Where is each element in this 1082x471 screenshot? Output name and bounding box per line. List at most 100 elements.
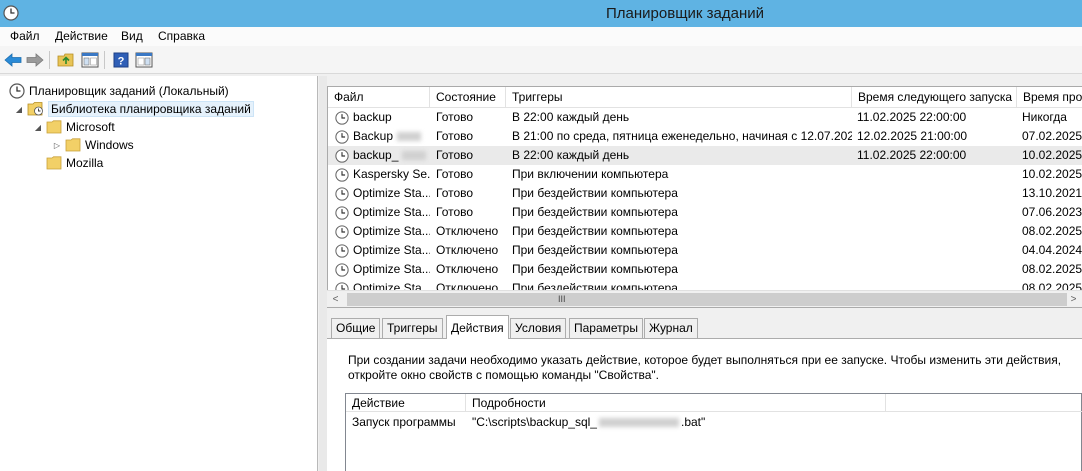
tree-item-label: Microsoft [66, 120, 115, 134]
task-clock-icon [335, 243, 349, 258]
task-row[interactable]: Kaspersky Se... Готово При включении компь… [328, 165, 1082, 184]
task-state: Отключено [436, 262, 499, 276]
task-row[interactable]: backup_ Готово В 22:00 каждый день 11.02.20… [328, 146, 1082, 165]
tree-item-library[interactable]: ◢ Библиотека планировщика заданий [14, 100, 254, 118]
task-trigger: При бездействии компьютера [512, 224, 678, 238]
scroll-left-icon[interactable]: < [327, 291, 344, 308]
tree-item-root[interactable]: Планировщик заданий (Локальный) [9, 82, 229, 100]
forward-arrow-icon[interactable] [26, 51, 44, 69]
redacted-text [397, 132, 422, 141]
tab-panel-actions: При создании задачи необходимо указать д… [327, 338, 1082, 471]
task-row[interactable]: Optimize Sta... Отключено При бездействии … [328, 260, 1082, 279]
svg-text:?: ? [118, 56, 125, 68]
show-hide-action-pane-icon[interactable] [135, 51, 153, 69]
tree-item-mozilla[interactable]: Mozilla [33, 154, 103, 172]
tree-item-label: Планировщик заданий (Локальный) [29, 84, 229, 98]
task-next-run: 11.02.2025 22:00:00 [857, 110, 967, 124]
task-row[interactable]: Backup Готово В 21:00 по среда, пятница еж… [328, 127, 1082, 146]
task-clock-icon [335, 110, 349, 125]
task-list-header: Файл Состояние Триггеры Время следующего… [328, 87, 1082, 108]
action-row[interactable]: Запуск программы "C:\scripts\backup_sql_… [346, 413, 1082, 431]
tree-item-label: Mozilla [66, 156, 104, 170]
actions-table: Действие Подробности Запуск программы "C… [345, 393, 1082, 471]
redacted-text [598, 418, 679, 428]
redacted-text [402, 151, 427, 160]
task-clock-icon [335, 205, 349, 220]
task-name-label: backup_ [353, 148, 399, 162]
tree-item-windows[interactable]: ▷ Windows [52, 136, 134, 154]
task-next-run [857, 260, 1017, 279]
collapse-icon[interactable]: ◢ [33, 118, 43, 136]
task-last-run: Никогда [1022, 110, 1067, 124]
column-header-details[interactable]: Подробности [466, 394, 886, 412]
task-trigger: При бездействии компьютера [512, 262, 678, 276]
task-name-label: Optimize Sta... [353, 262, 430, 276]
toolbar-separator [49, 51, 50, 69]
up-folder-icon[interactable] [57, 51, 75, 69]
task-last-run: 13.10.2021 1 [1022, 186, 1082, 200]
task-row[interactable]: backup Готово В 22:00 каждый день 11.02.202… [328, 108, 1082, 127]
task-name-label: Optimize Sta... [353, 186, 430, 200]
scroll-right-icon[interactable]: > [1065, 291, 1082, 308]
column-header-next-run[interactable]: Время следующего запуска [852, 87, 1017, 108]
back-arrow-icon[interactable] [4, 51, 22, 69]
folder-icon [65, 138, 81, 152]
task-next-run [857, 184, 1017, 203]
task-next-run [857, 165, 1017, 184]
tree-item-microsoft[interactable]: ◢ Microsoft [33, 118, 115, 136]
task-next-run: 12.02.2025 21:00:00 [857, 129, 968, 143]
action-type: Запуск программы [352, 415, 456, 429]
column-header-action[interactable]: Действие [346, 394, 466, 412]
task-last-run: 04.04.2024 1 [1022, 243, 1082, 257]
task-row[interactable]: Optimize Sta... Отключено При бездействии … [328, 241, 1082, 260]
tab-history[interactable]: Журнал [644, 318, 698, 338]
scrollbar-thumb[interactable]: III [347, 293, 1067, 306]
task-row[interactable]: Optimize Sta... Отключено При бездействии … [328, 222, 1082, 241]
menu-help[interactable]: Справка [155, 28, 208, 44]
column-header-last-run[interactable]: Время про [1017, 87, 1082, 108]
tab-actions[interactable]: Действия [446, 315, 509, 339]
library-folder-icon [27, 101, 45, 117]
menu-file[interactable]: Файл [7, 28, 43, 44]
task-last-run: 08.02.2025 9 [1022, 262, 1082, 276]
expand-icon[interactable]: ▷ [52, 136, 62, 154]
task-row[interactable]: Optimize Sta... Готово При бездействии ком… [328, 184, 1082, 203]
toolbar: ? [0, 46, 1082, 74]
tab-settings[interactable]: Параметры [569, 318, 643, 338]
task-clock-icon [335, 224, 349, 239]
task-clock-icon [335, 129, 349, 144]
collapse-icon[interactable]: ◢ [14, 100, 24, 118]
folder-icon [46, 156, 62, 170]
tab-triggers[interactable]: Триггеры [382, 318, 443, 338]
tab-general[interactable]: Общие [331, 318, 381, 338]
tab-conditions[interactable]: Условия [510, 318, 567, 338]
task-trigger: При включении компьютера [512, 167, 669, 181]
column-header-triggers[interactable]: Триггеры [506, 87, 852, 108]
task-state: Готово [436, 129, 474, 143]
task-next-run [857, 203, 1017, 222]
task-name: Optimize Sta... [335, 222, 430, 241]
horizontal-scrollbar[interactable]: < III > [327, 290, 1082, 307]
task-state: Отключено [436, 224, 499, 238]
menu-action[interactable]: Действие [52, 28, 111, 44]
column-header-name[interactable]: Файл [328, 87, 430, 108]
task-name: Optimize Sta... [335, 203, 430, 222]
actions-description-line: откройте окно свойств с помощью команды … [348, 368, 659, 382]
menu-view[interactable]: Вид [118, 28, 146, 44]
show-hide-console-tree-icon[interactable] [81, 51, 99, 69]
toolbar-separator [104, 51, 105, 69]
task-row[interactable]: Optimize Sta... Готово При бездействии ком… [328, 203, 1082, 222]
task-clock-icon [335, 186, 349, 201]
task-name-label: Kaspersky Se... [353, 167, 430, 181]
column-header-state[interactable]: Состояние [430, 87, 506, 108]
task-state: Готово [436, 205, 474, 219]
actions-table-header: Действие Подробности [346, 394, 1082, 412]
task-name-label: backup [353, 110, 392, 124]
task-state: Готово [436, 186, 474, 200]
folder-icon [46, 120, 62, 134]
task-last-run: 07.06.2023 1 [1022, 205, 1082, 219]
pane-splitter[interactable] [319, 76, 327, 471]
task-name: Kaspersky Se... [335, 165, 430, 184]
help-icon[interactable]: ? [112, 51, 130, 69]
task-clock-icon [335, 167, 349, 182]
